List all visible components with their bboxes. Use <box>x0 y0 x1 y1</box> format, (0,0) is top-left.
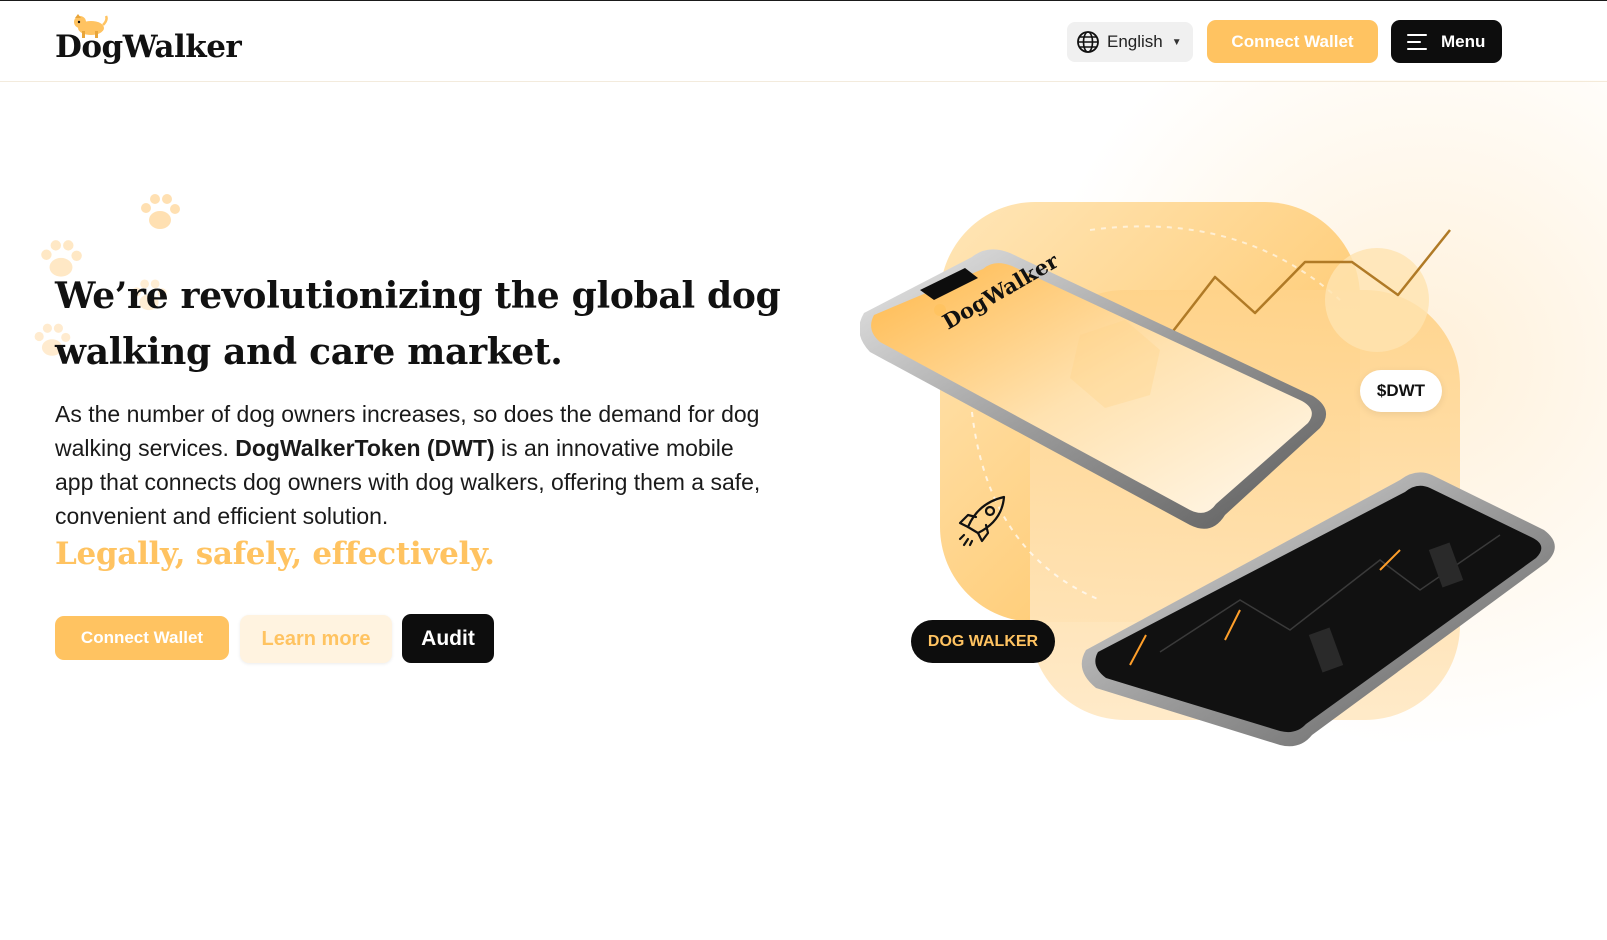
header-connect-wallet-button[interactable]: Connect Wallet <box>1207 20 1378 63</box>
logo[interactable]: DogWalker <box>55 13 255 73</box>
hamburger-icon <box>1407 33 1427 50</box>
description-emphasis: DogWalkerToken (DWT) <box>235 435 495 461</box>
menu-button[interactable]: Menu <box>1391 20 1502 63</box>
token-chip: $DWT <box>1360 370 1442 412</box>
hero-description: As the number of dog owners increases, s… <box>55 397 775 533</box>
language-label: English <box>1107 32 1163 51</box>
paw-print-icon <box>141 194 180 229</box>
audit-button[interactable]: Audit <box>402 614 494 663</box>
hero-illustration: DogWalker <box>860 202 1555 747</box>
hero-headline: We’re revolutionizing the global dog wal… <box>55 275 781 373</box>
connect-wallet-button[interactable]: Connect Wallet <box>55 616 229 660</box>
logo-text: DogWalker <box>55 29 242 65</box>
hero-tagline: Legally, safely, effectively. <box>55 536 495 572</box>
site-header: DogWalker English ▼ Connect Wallet Menu <box>0 1 1607 82</box>
menu-label: Menu <box>1441 31 1486 51</box>
chevron-down-icon: ▼ <box>1171 36 1182 48</box>
learn-more-button[interactable]: Learn more <box>240 615 392 663</box>
globe-icon <box>1077 31 1099 53</box>
brand-chip: DOG WALKER <box>911 620 1055 663</box>
language-selector[interactable]: English ▼ <box>1067 22 1193 62</box>
